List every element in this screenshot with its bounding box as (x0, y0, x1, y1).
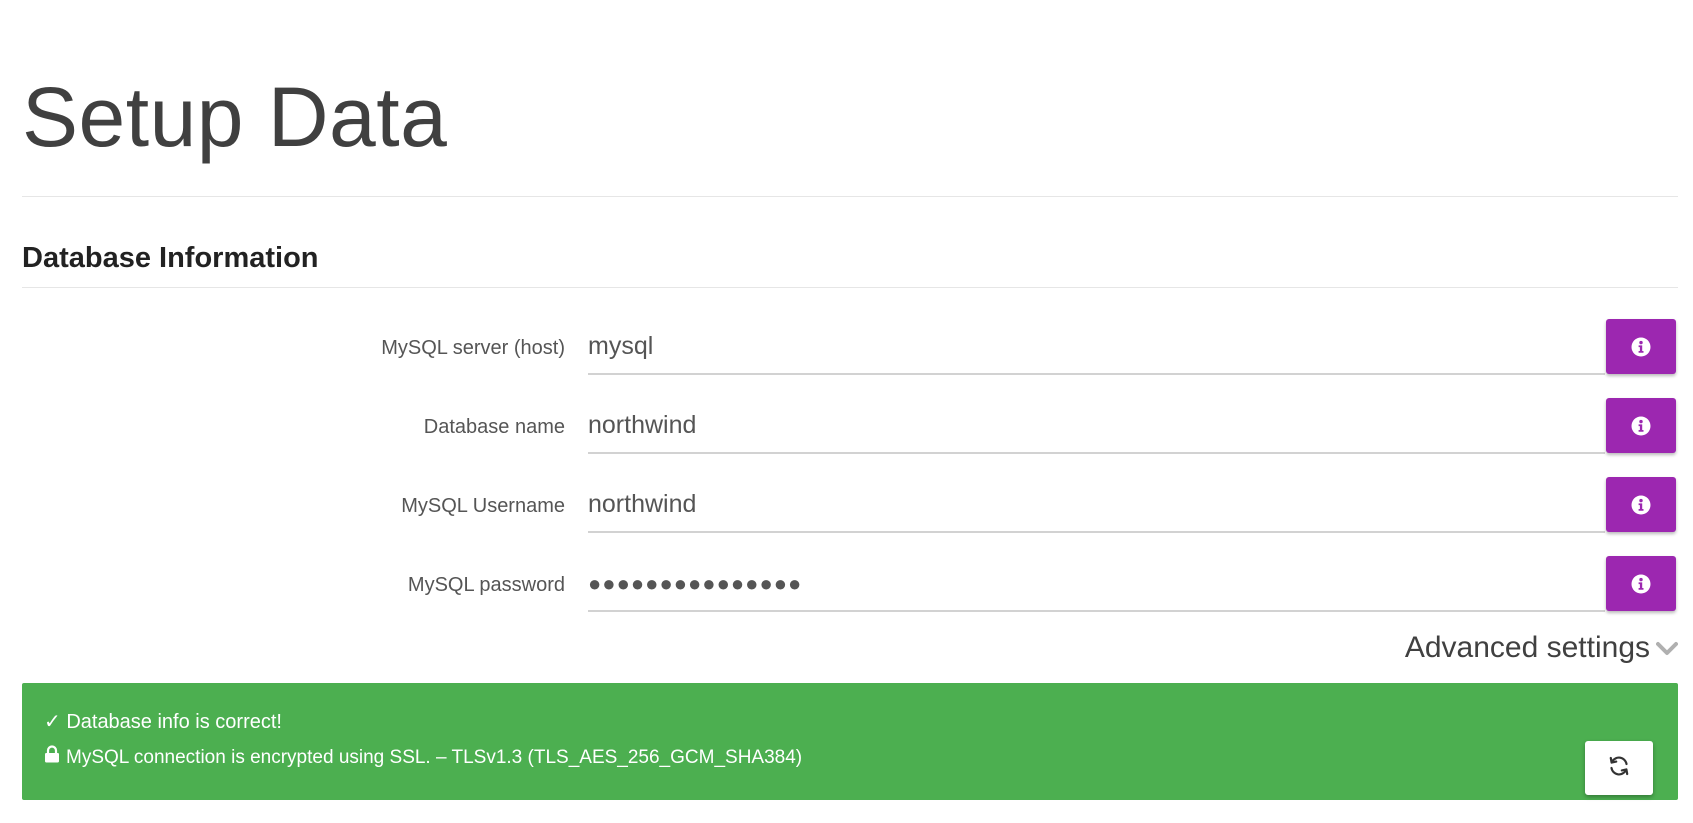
dbname-info-button[interactable] (1606, 398, 1676, 453)
host-info-button[interactable] (1606, 319, 1676, 374)
page-title: Setup Data (22, 70, 448, 164)
host-input[interactable] (588, 319, 1605, 375)
dbname-input[interactable] (588, 398, 1605, 454)
db-status-message: ✓ Database info is correct! (44, 711, 282, 733)
lock-icon (44, 745, 60, 771)
username-input[interactable] (588, 477, 1605, 533)
section-divider (22, 287, 1678, 288)
ssl-status-message: MySQL connection is encrypted using SSL.… (66, 747, 803, 768)
username-label: MySQL Username (401, 495, 565, 517)
form-row-username: MySQL Username (22, 477, 1678, 533)
info-circle-icon (1631, 574, 1651, 594)
chevron-down-icon (1656, 628, 1678, 668)
dbname-label: Database name (423, 416, 565, 438)
ssl-status-line: MySQL connection is encrypted using SSL.… (44, 745, 802, 771)
password-info-button[interactable] (1606, 556, 1676, 611)
title-divider (22, 196, 1678, 197)
advanced-settings-label: Advanced settings (1404, 631, 1650, 664)
username-info-button[interactable] (1606, 477, 1676, 532)
form-row-dbname: Database name (22, 398, 1678, 454)
form-row-host: MySQL server (host) (22, 319, 1678, 375)
form-row-password: MySQL password ●●●●●●●●●●●●●●● (22, 556, 1678, 612)
db-status-alert: ✓ Database info is correct! MySQL connec… (22, 683, 1678, 800)
refresh-icon (1608, 755, 1630, 782)
password-label: MySQL password (407, 574, 565, 596)
refresh-button[interactable] (1585, 741, 1653, 795)
info-circle-icon (1631, 416, 1651, 436)
section-title: Database Information (22, 242, 319, 274)
advanced-settings-toggle[interactable]: Advanced settings (1405, 628, 1678, 668)
password-input[interactable]: ●●●●●●●●●●●●●●● (588, 556, 1605, 612)
info-circle-icon (1631, 337, 1651, 357)
host-label: MySQL server (host) (381, 337, 565, 359)
info-circle-icon (1631, 495, 1651, 515)
